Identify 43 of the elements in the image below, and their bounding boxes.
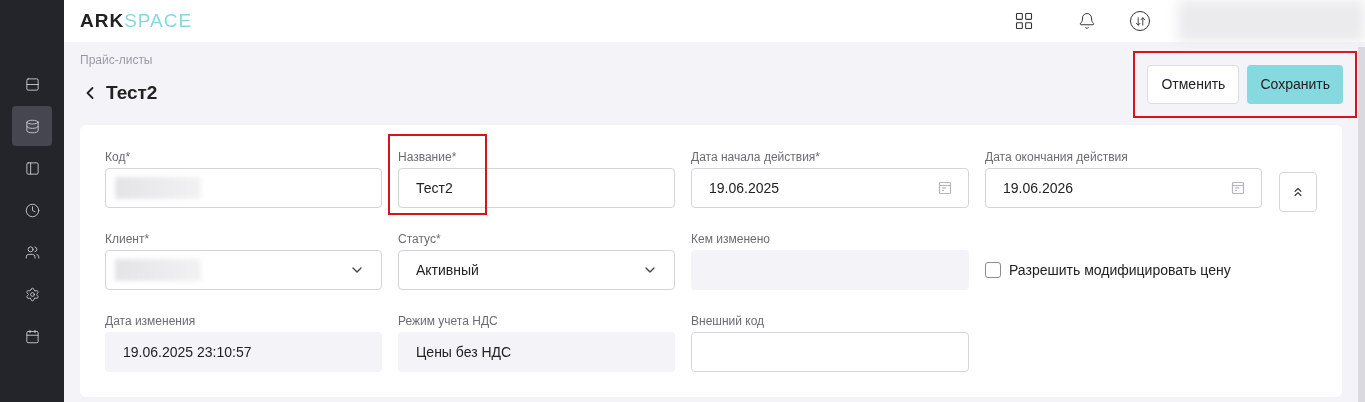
field-label: Дата начала действия* [691,149,821,166]
field-label: Кем изменено [691,231,771,248]
date-field[interactable]: 19.06.2026 [985,168,1262,208]
input-field[interactable] [691,332,969,372]
field-label: Статус* [398,231,442,248]
page-title: Тест2 [106,81,158,105]
field-label: Код* [105,149,132,166]
users-icon [24,244,40,260]
save-button[interactable]: Сохранить [1247,65,1343,104]
bell-icon[interactable] [1078,12,1096,30]
logo: ARKSPACE [80,8,193,33]
scrollbar[interactable] [1358,47,1365,402]
field-value: 19.06.2025 [709,178,780,198]
input-field[interactable]: Тест2 [398,168,675,208]
checkbox-label: Разрешить модифицировать цену [1009,260,1231,280]
calendar-icon [24,328,40,344]
field-label: Дата окончания действия [985,149,1129,166]
rows-icon [24,76,40,92]
field-value: Активный [416,260,479,280]
database-icon [24,118,40,134]
field-label: Название* [398,149,458,166]
settings-icon [24,286,40,302]
field-value: Тест2 [416,178,453,198]
field-value: Цены без НДС [416,342,512,362]
cancel-button[interactable]: Отменить [1147,65,1240,104]
apps-icon[interactable] [1014,11,1034,31]
clock-icon [24,202,40,218]
field-label: Клиент* [105,231,151,248]
field-value: 19.06.2025 23:10:57 [123,342,252,362]
calendar-icon [1231,181,1245,195]
sidebar-item[interactable] [12,106,52,146]
select-field[interactable] [105,250,382,290]
field-label: Внешний код [691,313,766,330]
field-label: Дата изменения [105,313,197,330]
field-value: 19.06.2026 [1003,178,1074,198]
field-label: Режим учета НДС [398,313,499,330]
select-field[interactable]: Активный [398,250,675,290]
chevrons-up-icon [1291,185,1305,199]
input-field[interactable] [105,168,382,208]
date-field[interactable]: 19.06.2025 [691,168,969,208]
checkbox[interactable] [985,262,1001,278]
panel-icon [24,160,40,176]
calendar-icon [938,181,952,195]
